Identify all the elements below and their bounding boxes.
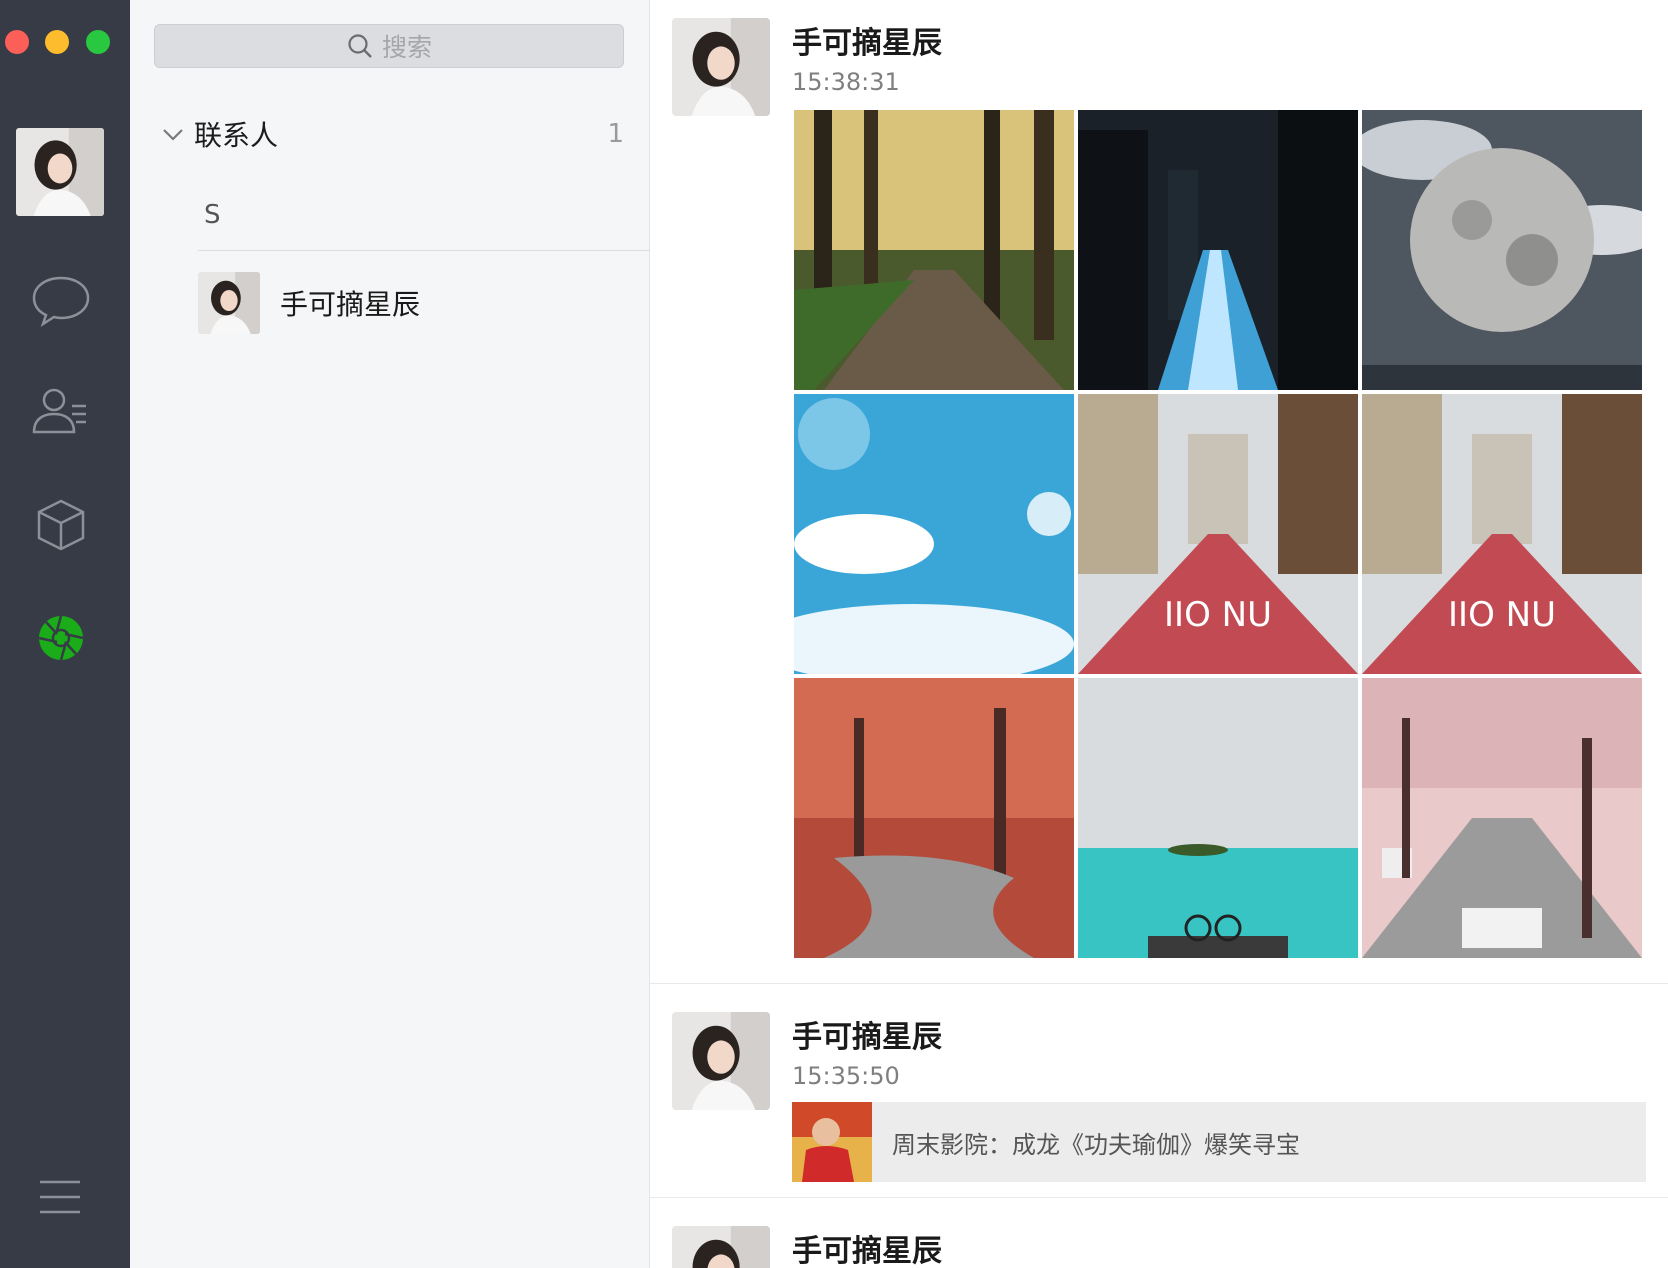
photo-street-2[interactable]: IIO NU bbox=[1362, 394, 1642, 674]
chat-bubble-icon[interactable] bbox=[28, 270, 94, 330]
post-author[interactable]: 手可摘星辰 bbox=[792, 1226, 942, 1268]
contacts-group-header[interactable]: 联系人 1 bbox=[160, 112, 624, 156]
avatar[interactable] bbox=[672, 1226, 770, 1268]
svg-text:IIO NU: IIO NU bbox=[1448, 595, 1556, 635]
search-input[interactable]: 搜索 bbox=[154, 24, 624, 68]
moment-post: 手可摘星辰 15:35:50 周末影院：成龙《功夫瑜伽》爆笑寻宝 bbox=[650, 984, 1668, 1198]
sidebar bbox=[0, 0, 130, 1268]
contact-item[interactable]: 手可摘星辰 bbox=[198, 270, 650, 336]
search-icon bbox=[348, 34, 372, 58]
link-title: 周末影院：成龙《功夫瑜伽》爆笑寻宝 bbox=[892, 1130, 1300, 1159]
index-letter: S bbox=[204, 200, 221, 230]
box-icon[interactable] bbox=[28, 495, 94, 555]
divider bbox=[198, 250, 650, 251]
photo-sea[interactable] bbox=[1078, 678, 1358, 958]
photo-moon[interactable] bbox=[1362, 110, 1642, 390]
moment-post: 手可摘星辰 bbox=[650, 1198, 1668, 1268]
photo-street-1[interactable]: IIO NU bbox=[1078, 394, 1358, 674]
group-title: 联系人 bbox=[194, 119, 279, 152]
moments-feed: 手可摘星辰 15:38:31 IIO NU IIO NU 手可摘星辰 15:35… bbox=[650, 0, 1668, 1268]
window-minimize-button[interactable] bbox=[45, 30, 69, 54]
link-thumbnail bbox=[792, 1102, 872, 1182]
post-time: 15:38:31 bbox=[792, 68, 900, 96]
photo-night-city[interactable] bbox=[1078, 110, 1358, 390]
photo-autumn-path[interactable] bbox=[794, 678, 1074, 958]
user-avatar[interactable] bbox=[16, 128, 104, 216]
moments-icon[interactable] bbox=[28, 608, 94, 668]
group-count: 1 bbox=[607, 119, 624, 149]
contacts-icon[interactable] bbox=[28, 382, 94, 442]
avatar[interactable] bbox=[672, 1012, 770, 1110]
contact-name: 手可摘星辰 bbox=[280, 288, 421, 321]
photo-sky-dandelion[interactable] bbox=[794, 394, 1074, 674]
link-card[interactable]: 周末影院：成龙《功夫瑜伽》爆笑寻宝 bbox=[792, 1102, 1646, 1182]
chevron-down-icon bbox=[163, 129, 183, 141]
svg-text:IIO NU: IIO NU bbox=[1164, 595, 1272, 635]
window-close-button[interactable] bbox=[5, 30, 29, 54]
contacts-panel: 搜索 联系人 1 S 手可摘星辰 bbox=[130, 0, 650, 1268]
post-time: 15:35:50 bbox=[792, 1062, 900, 1090]
menu-icon[interactable] bbox=[38, 1178, 82, 1216]
search-placeholder: 搜索 bbox=[381, 33, 432, 62]
window-maximize-button[interactable] bbox=[86, 30, 110, 54]
moment-post: 手可摘星辰 15:38:31 IIO NU IIO NU bbox=[650, 0, 1668, 984]
post-author[interactable]: 手可摘星辰 bbox=[792, 1012, 942, 1056]
photo-grid: IIO NU IIO NU bbox=[794, 110, 1646, 962]
avatar[interactable] bbox=[672, 18, 770, 116]
photo-forest-road[interactable] bbox=[794, 110, 1074, 390]
photo-cherry-blossom[interactable] bbox=[1362, 678, 1642, 958]
avatar bbox=[198, 272, 260, 334]
post-author[interactable]: 手可摘星辰 bbox=[792, 18, 942, 62]
